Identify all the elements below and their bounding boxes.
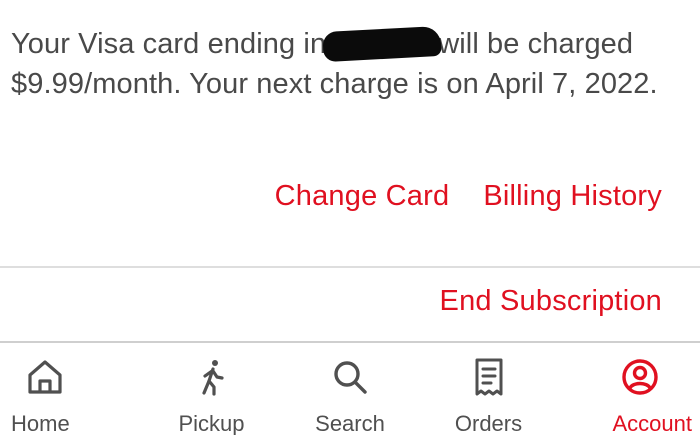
account-icon [618, 357, 662, 397]
tab-orders-label: Orders [454, 411, 523, 435]
tab-orders[interactable]: Orders [424, 343, 554, 435]
tab-search-label: Search [315, 411, 385, 435]
end-subscription-button[interactable]: End Subscription [440, 285, 662, 318]
receipt-icon [467, 357, 511, 397]
tab-account-label: Account [612, 411, 693, 435]
bottom-tab-bar: Home Pickup Search Orders Account [0, 343, 700, 435]
tab-pickup[interactable]: Pickup [147, 343, 277, 435]
billing-message: Your Visa card ending in will be charged … [11, 24, 671, 104]
tab-pickup-label: Pickup [178, 411, 245, 435]
end-subscription-row: End Subscription [440, 285, 662, 318]
tab-account[interactable]: Account [562, 343, 692, 435]
divider [0, 266, 700, 268]
billing-history-button[interactable]: Billing History [483, 180, 662, 213]
billing-text-before: Your Visa card ending in [11, 28, 327, 60]
home-icon [23, 357, 67, 397]
tab-search[interactable]: Search [285, 343, 415, 435]
card-actions: Change Card Billing History [275, 180, 662, 213]
search-icon [328, 357, 372, 397]
change-card-button[interactable]: Change Card [275, 180, 450, 213]
redacted-card-number [322, 25, 442, 63]
walking-person-icon [190, 357, 234, 397]
tab-home[interactable]: Home [8, 343, 138, 435]
tab-home-label: Home [11, 411, 70, 435]
